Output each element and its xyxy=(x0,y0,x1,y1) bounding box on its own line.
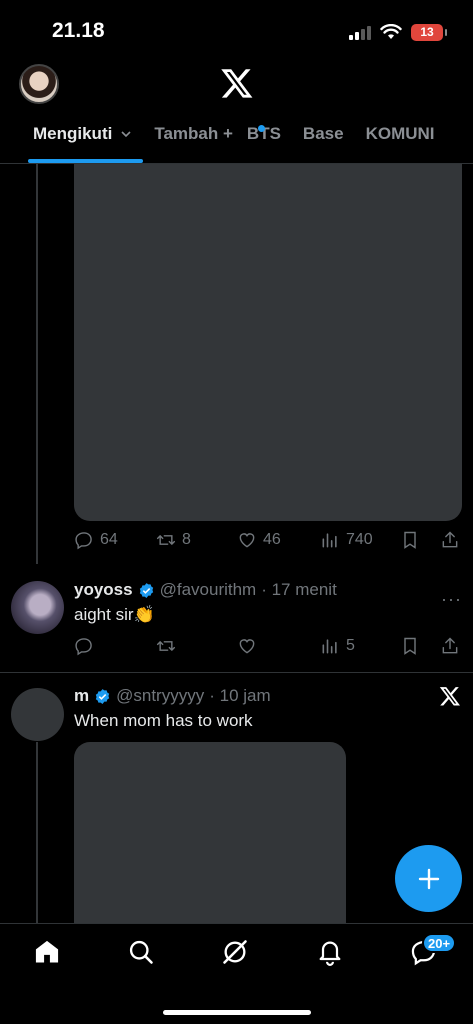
views-count: 5 xyxy=(346,637,355,654)
repost-icon xyxy=(156,535,176,545)
bookmark-button[interactable] xyxy=(400,530,420,550)
verified-icon xyxy=(95,688,110,704)
display-name[interactable]: yoyoss xyxy=(74,580,133,600)
tab-mengikuti[interactable]: Mengikuti xyxy=(33,124,132,144)
handle[interactable]: @favourithm xyxy=(160,580,257,600)
timestamp: · 10 jam xyxy=(209,686,271,705)
new-indicator-dot xyxy=(258,125,265,132)
profile-avatar[interactable] xyxy=(19,64,59,104)
share-button[interactable] xyxy=(440,530,460,550)
tweet-header: yoyoss @favourithm · 17 menit xyxy=(74,580,337,600)
views-count: 740 xyxy=(346,531,373,548)
tab-label: Base xyxy=(302,124,344,143)
like-count: 46 xyxy=(263,531,281,548)
nav-notifications[interactable] xyxy=(316,938,346,968)
status-icons: 13 xyxy=(349,21,447,43)
reply-count: 64 xyxy=(100,531,118,548)
home-indicator xyxy=(163,1010,311,1015)
like-icon xyxy=(239,639,255,654)
tweet-text: When mom has to work xyxy=(74,711,253,730)
avatar[interactable] xyxy=(11,688,64,741)
tab-label: Mengikuti xyxy=(33,124,113,143)
reply-icon xyxy=(75,638,92,656)
tweet-text: aight sir👏 xyxy=(74,605,155,624)
grok-icon xyxy=(223,940,247,964)
repost-count: 8 xyxy=(182,531,191,548)
tweet-media[interactable] xyxy=(74,742,346,942)
messages-badge: 20+ xyxy=(422,933,457,953)
tab-label: Tambah + xyxy=(154,124,233,143)
reply-button[interactable] xyxy=(74,636,94,656)
repost-button[interactable]: 8 xyxy=(156,530,191,550)
nav-grok[interactable] xyxy=(221,938,251,968)
repost-button[interactable] xyxy=(156,636,176,656)
share-button[interactable] xyxy=(440,636,460,656)
tab-base[interactable]: Base xyxy=(303,124,344,144)
views-icon xyxy=(322,533,337,548)
handle[interactable]: @sntryyyyy xyxy=(116,686,204,706)
search-icon xyxy=(129,940,153,964)
avatar[interactable] xyxy=(11,581,64,634)
like-icon xyxy=(239,533,255,548)
more-icon[interactable]: ··· xyxy=(441,589,462,610)
compose-plus-icon xyxy=(418,868,439,889)
share-icon xyxy=(442,637,458,654)
display-name[interactable]: m xyxy=(74,686,89,706)
tweet-divider xyxy=(0,672,473,673)
status-time: 21.18 xyxy=(52,19,105,42)
tweet-actions: 5 xyxy=(74,636,464,658)
chevron-down-icon xyxy=(121,131,131,138)
like-button[interactable]: 46 xyxy=(237,530,281,550)
compose-button[interactable] xyxy=(395,845,462,912)
notifications-icon xyxy=(319,941,341,966)
reply-icon xyxy=(75,532,92,550)
x-logo-icon xyxy=(221,69,253,98)
timestamp: · 17 menit xyxy=(261,580,337,599)
timeline-tabs: Mengikuti Tambah + BTS Base KOMUNI xyxy=(0,124,473,164)
bookmark-icon xyxy=(404,531,416,549)
like-button[interactable] xyxy=(237,636,257,656)
tweet-actions: 64 8 46 740 xyxy=(74,530,464,552)
bottom-nav xyxy=(0,923,473,1024)
thread-line xyxy=(36,742,38,924)
bookmark-icon xyxy=(404,637,416,655)
home-icon xyxy=(35,940,59,963)
cellular-signal-icon xyxy=(349,24,371,40)
nav-search[interactable] xyxy=(127,938,157,968)
battery-indicator: 13 xyxy=(411,23,447,41)
x-logo-icon xyxy=(439,687,460,706)
tweet-header: m @sntryyyyy · 10 jam xyxy=(74,686,271,706)
nav-home[interactable] xyxy=(33,938,63,968)
verified-icon xyxy=(139,582,153,598)
reply-button[interactable]: 64 xyxy=(74,530,118,550)
bookmark-button[interactable] xyxy=(400,636,420,656)
wifi-icon xyxy=(380,24,402,39)
tab-komunitas[interactable]: KOMUNI xyxy=(366,124,435,144)
tab-label: KOMUNI xyxy=(365,124,435,143)
views-button[interactable]: 5 xyxy=(320,636,355,656)
repost-icon xyxy=(156,641,176,651)
tab-tambah[interactable]: Tambah + xyxy=(154,124,233,144)
tweet-media[interactable] xyxy=(74,164,462,521)
views-icon xyxy=(322,639,337,654)
thread-line xyxy=(36,164,38,564)
views-button[interactable]: 740 xyxy=(320,530,373,550)
share-icon xyxy=(442,531,458,548)
